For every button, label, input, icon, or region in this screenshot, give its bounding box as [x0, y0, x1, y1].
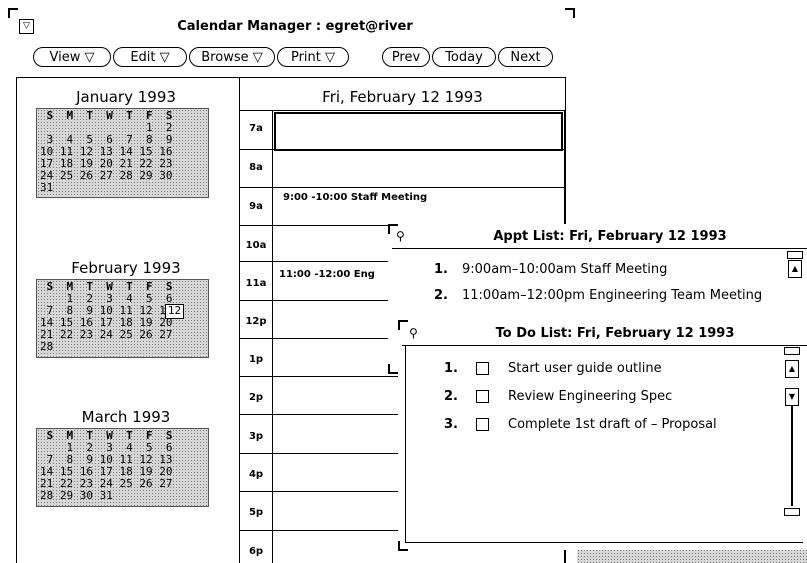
appt-list-title-line — [392, 248, 807, 249]
scroll-up-arrow-icon[interactable]: ▲ — [788, 260, 802, 278]
appt-list-title: Appt List: Fri, February 12 1993 — [493, 229, 727, 244]
hour-label: 7a — [249, 123, 263, 134]
todo-checkbox[interactable] — [476, 418, 489, 431]
hour-label: 10a — [245, 240, 267, 251]
prev-button[interactable]: Prev — [382, 47, 430, 67]
todo-list-title-line — [402, 345, 807, 346]
hour-label: 8a — [249, 162, 263, 173]
hour-label: 1p — [248, 354, 264, 365]
hour-label: 5p — [248, 507, 264, 518]
window-corner-tr — [565, 8, 575, 18]
month-title-march: March 1993 — [81, 408, 171, 426]
appt-list-item[interactable]: 9:00am–10:00am Staff Meeting — [462, 262, 667, 277]
appt-list-item-number: 2. — [434, 288, 448, 303]
hour-label: 12p — [245, 316, 267, 327]
month-title-january: January 1993 — [76, 88, 176, 106]
appointment-time: 11:00 -12:00 — [279, 269, 351, 280]
appointment-time: 9:00 -10:00 — [283, 192, 348, 203]
todo-checkbox[interactable] — [476, 390, 489, 403]
mini-calendar-january-row: 31 — [40, 181, 54, 194]
view-menu-button[interactable]: View ▽ — [33, 47, 111, 67]
browse-menu-button[interactable]: Browse ▽ — [189, 47, 275, 67]
appt-list-item[interactable]: 11:00am–12:00pm Engineering Team Meeting — [462, 288, 762, 303]
window-title: Calendar Manager : egret@river — [177, 19, 413, 34]
appt-list-item-number: 1. — [434, 262, 448, 277]
hour-line — [240, 187, 565, 188]
edit-menu-button[interactable]: Edit ▽ — [113, 47, 187, 67]
appointment-text: Staff Meeting — [350, 192, 428, 203]
next-button[interactable]: Next — [498, 47, 553, 67]
day-view-title: Fri, February 12 1993 — [322, 88, 483, 106]
window-corner-tl — [398, 320, 408, 330]
appointment-text: Eng — [353, 269, 375, 280]
mini-calendar-january-row: 24 25 26 27 28 29 30 — [40, 169, 173, 182]
todo-checkbox[interactable] — [476, 362, 489, 375]
mini-calendar-february-row: 28 — [40, 340, 54, 353]
day-view-header-line — [240, 110, 565, 111]
hour-column-divider — [272, 110, 273, 563]
hour-label: 3p — [248, 431, 264, 442]
scroll-top-cap[interactable] — [787, 251, 803, 259]
pushpin-icon[interactable]: ⚲ — [396, 229, 405, 243]
scroll-up-arrow-icon[interactable]: ▲ — [785, 360, 799, 378]
todo-item-number: 1. — [444, 361, 458, 376]
window-corner-bl — [388, 364, 398, 374]
window-corner-tl — [8, 8, 18, 18]
todo-item-number: 3. — [444, 417, 458, 432]
hour-label: 4p — [248, 469, 264, 480]
hour-label: 9a — [249, 201, 263, 212]
pushpin-icon[interactable]: ⚲ — [409, 326, 418, 340]
hour-label: 6p — [248, 546, 264, 557]
todo-list-title: To Do List: Fri, February 12 1993 — [495, 326, 735, 341]
todo-item-number: 2. — [444, 389, 458, 404]
appointment-entry[interactable]: 9:00 -10:00 Staff Meeting — [283, 192, 427, 203]
hour-label: 11a — [245, 278, 267, 289]
selected-day-box[interactable]: 12 — [165, 304, 184, 319]
scroll-track[interactable] — [791, 406, 793, 506]
todo-item[interactable]: Start user guide outline — [508, 361, 662, 376]
mini-calendar-february-row: 21 22 23 24 25 26 27 — [40, 328, 173, 341]
hour-line — [240, 149, 565, 150]
scroll-bottom-cap[interactable] — [784, 508, 800, 516]
appt-list-scrollbar[interactable]: ▲ ▼ — [786, 250, 803, 338]
today-button[interactable]: Today — [432, 47, 496, 67]
todo-item[interactable]: Review Engineering Spec — [508, 389, 672, 404]
print-menu-button[interactable]: Print ▽ — [277, 47, 349, 67]
appointment-entry[interactable]: 11:00 -12:00 Eng — [279, 269, 375, 280]
hour-label: 2p — [248, 392, 264, 403]
todo-item[interactable]: Complete 1st draft of – Proposal — [508, 417, 717, 432]
mini-calendar-march-row: 28 29 30 31 — [40, 489, 113, 502]
scroll-top-cap[interactable] — [784, 347, 800, 355]
hour-slot-selected[interactable] — [274, 112, 563, 151]
scroll-down-arrow-icon[interactable]: ▼ — [785, 388, 799, 406]
month-title-february: February 1993 — [71, 259, 181, 277]
todo-list-scrollbar[interactable]: ▲ ▼ — [783, 347, 800, 522]
